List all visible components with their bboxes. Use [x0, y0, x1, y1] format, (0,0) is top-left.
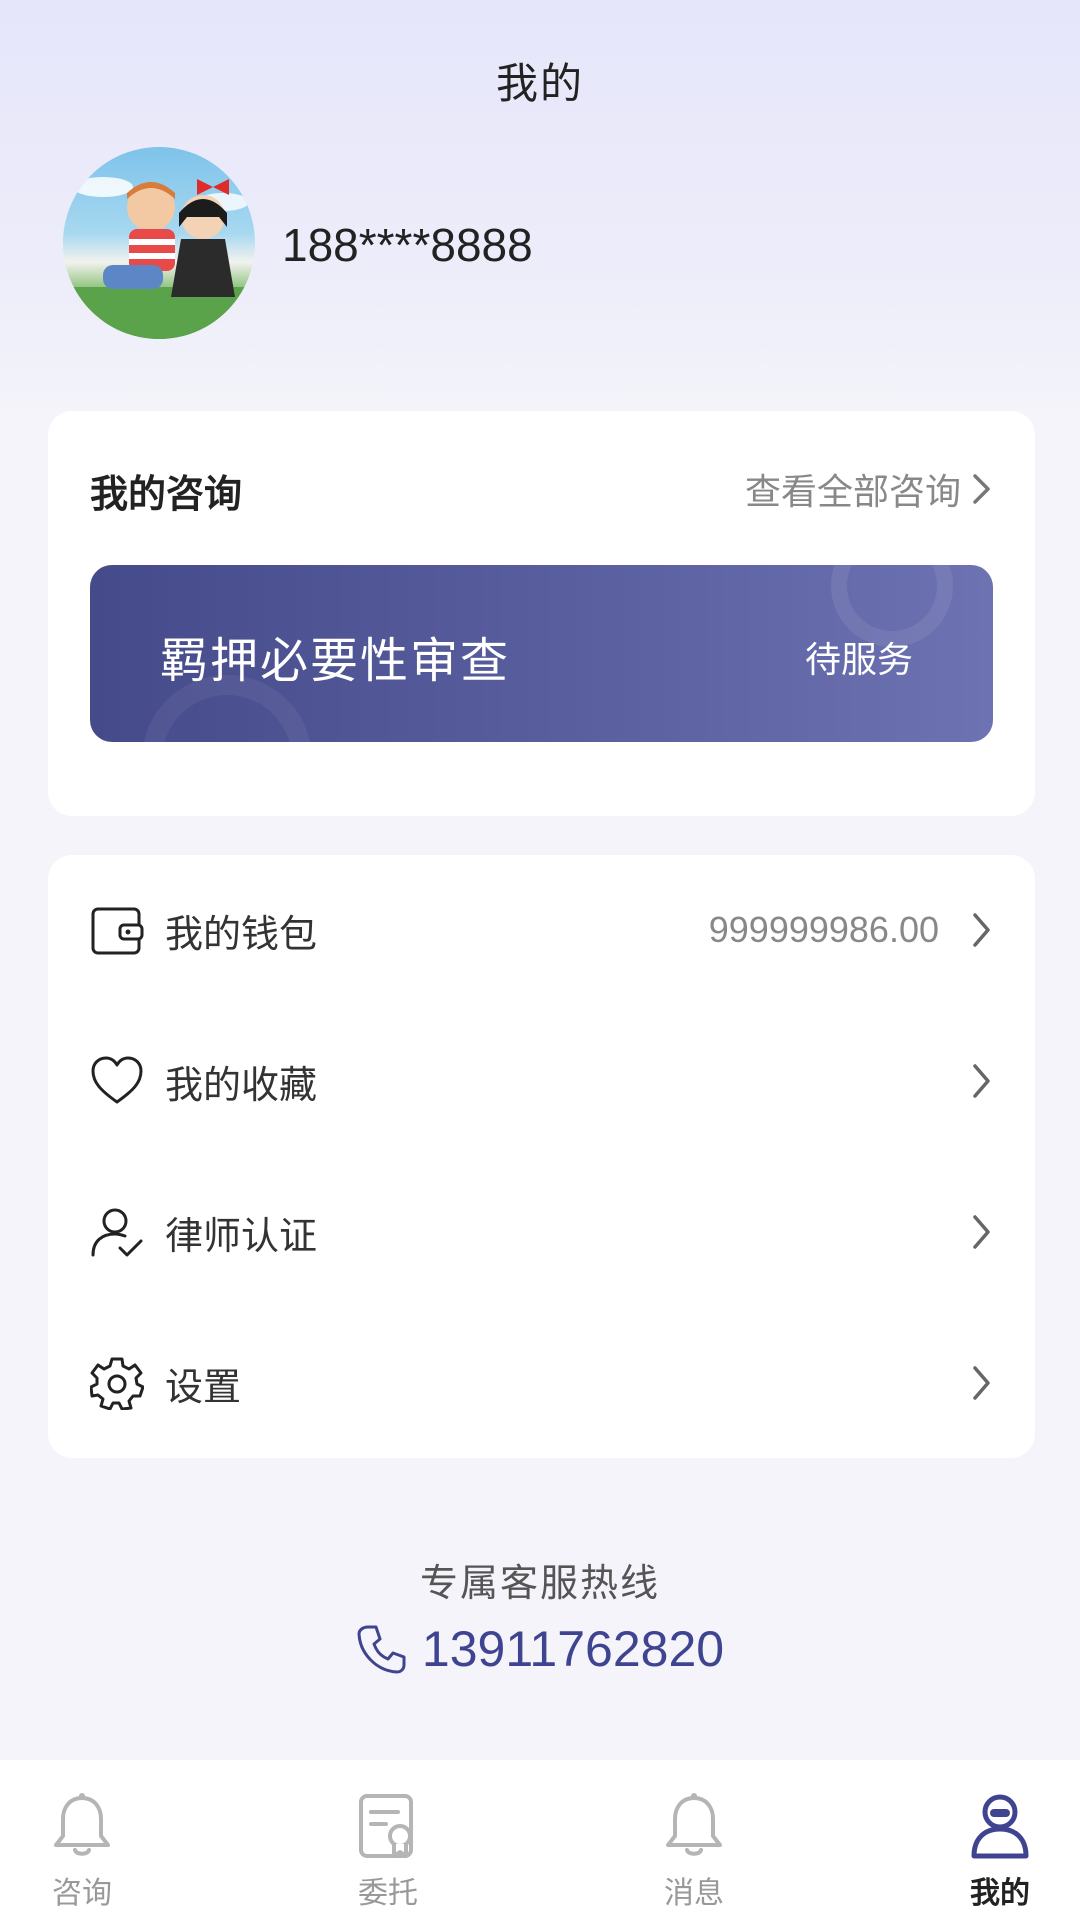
menu-item-favorites[interactable]: 我的收藏 [48, 1006, 1035, 1156]
tab-messages[interactable]: 消息 [594, 1760, 794, 1920]
chevron-right-icon [973, 913, 990, 947]
view-all-consult-link[interactable]: 查看全部咨询 [745, 463, 993, 515]
menu-item-wallet[interactable]: 我的钱包 999999986.00 [48, 855, 1035, 1005]
consult-title: 我的咨询 [90, 472, 243, 516]
view-all-label: 查看全部咨询 [744, 472, 961, 513]
chevron-right-icon [973, 1215, 990, 1249]
user-icon [971, 1794, 1029, 1859]
tab-mine[interactable]: 我的 [900, 1760, 1080, 1920]
user-check-icon [91, 1208, 143, 1257]
chevron-right-icon [973, 474, 990, 504]
heart-icon [91, 1056, 143, 1104]
hotline-number: 13911762820 [421, 1621, 725, 1677]
avatar-illustration [63, 177, 255, 339]
document-badge-icon [359, 1794, 413, 1858]
tab-label-consult: 咨询 [52, 1876, 112, 1911]
page-title: 我的 [495, 59, 584, 108]
menu-item-lawyer-verify[interactable]: 律师认证 [48, 1157, 1035, 1307]
hotline-label: 专属客服热线 [419, 1561, 660, 1605]
tab-label-mine: 我的 [970, 1876, 1030, 1911]
tab-consult[interactable]: 咨询 [0, 1760, 182, 1920]
bottom-tab-bar: 咨询 委托 消息 我的 [0, 1760, 1080, 1920]
wallet-icon [91, 907, 144, 955]
consult-item-status: 待服务 [804, 640, 913, 681]
menu-label-favorites: 我的收藏 [165, 1062, 318, 1107]
menu-label-lawyer-verify: 律师认证 [165, 1213, 318, 1258]
tab-label-entrust: 委托 [358, 1876, 418, 1911]
consult-card: 我的咨询 查看全部咨询 羁押必要性审查 待服务 [48, 411, 1035, 816]
consult-item-banner[interactable]: 羁押必要性审查 待服务 [90, 565, 993, 742]
user-phone: 188****8888 [282, 219, 533, 271]
menu-item-settings[interactable]: 设置 [48, 1308, 1035, 1458]
menu-label-settings: 设置 [165, 1364, 242, 1409]
tab-entrust[interactable]: 委托 [288, 1760, 488, 1920]
chevron-right-icon [973, 1064, 990, 1098]
tab-label-messages: 消息 [664, 1876, 724, 1911]
menu-card: 我的钱包 999999986.00 我的收藏 律师认证 设置 [48, 855, 1035, 1458]
bell-icon [666, 1793, 722, 1856]
hotline-phone-link[interactable]: 13911762820 [0, 1620, 1080, 1678]
menu-label-wallet: 我的钱包 [165, 911, 318, 956]
gear-icon [90, 1357, 144, 1410]
consult-item-title: 羁押必要性审查 [160, 633, 511, 689]
chevron-right-icon [973, 1366, 990, 1400]
avatar[interactable] [63, 147, 255, 339]
phone-icon [357, 1625, 406, 1674]
wallet-balance: 999999986.00 [708, 909, 939, 950]
bell-icon [54, 1793, 110, 1856]
